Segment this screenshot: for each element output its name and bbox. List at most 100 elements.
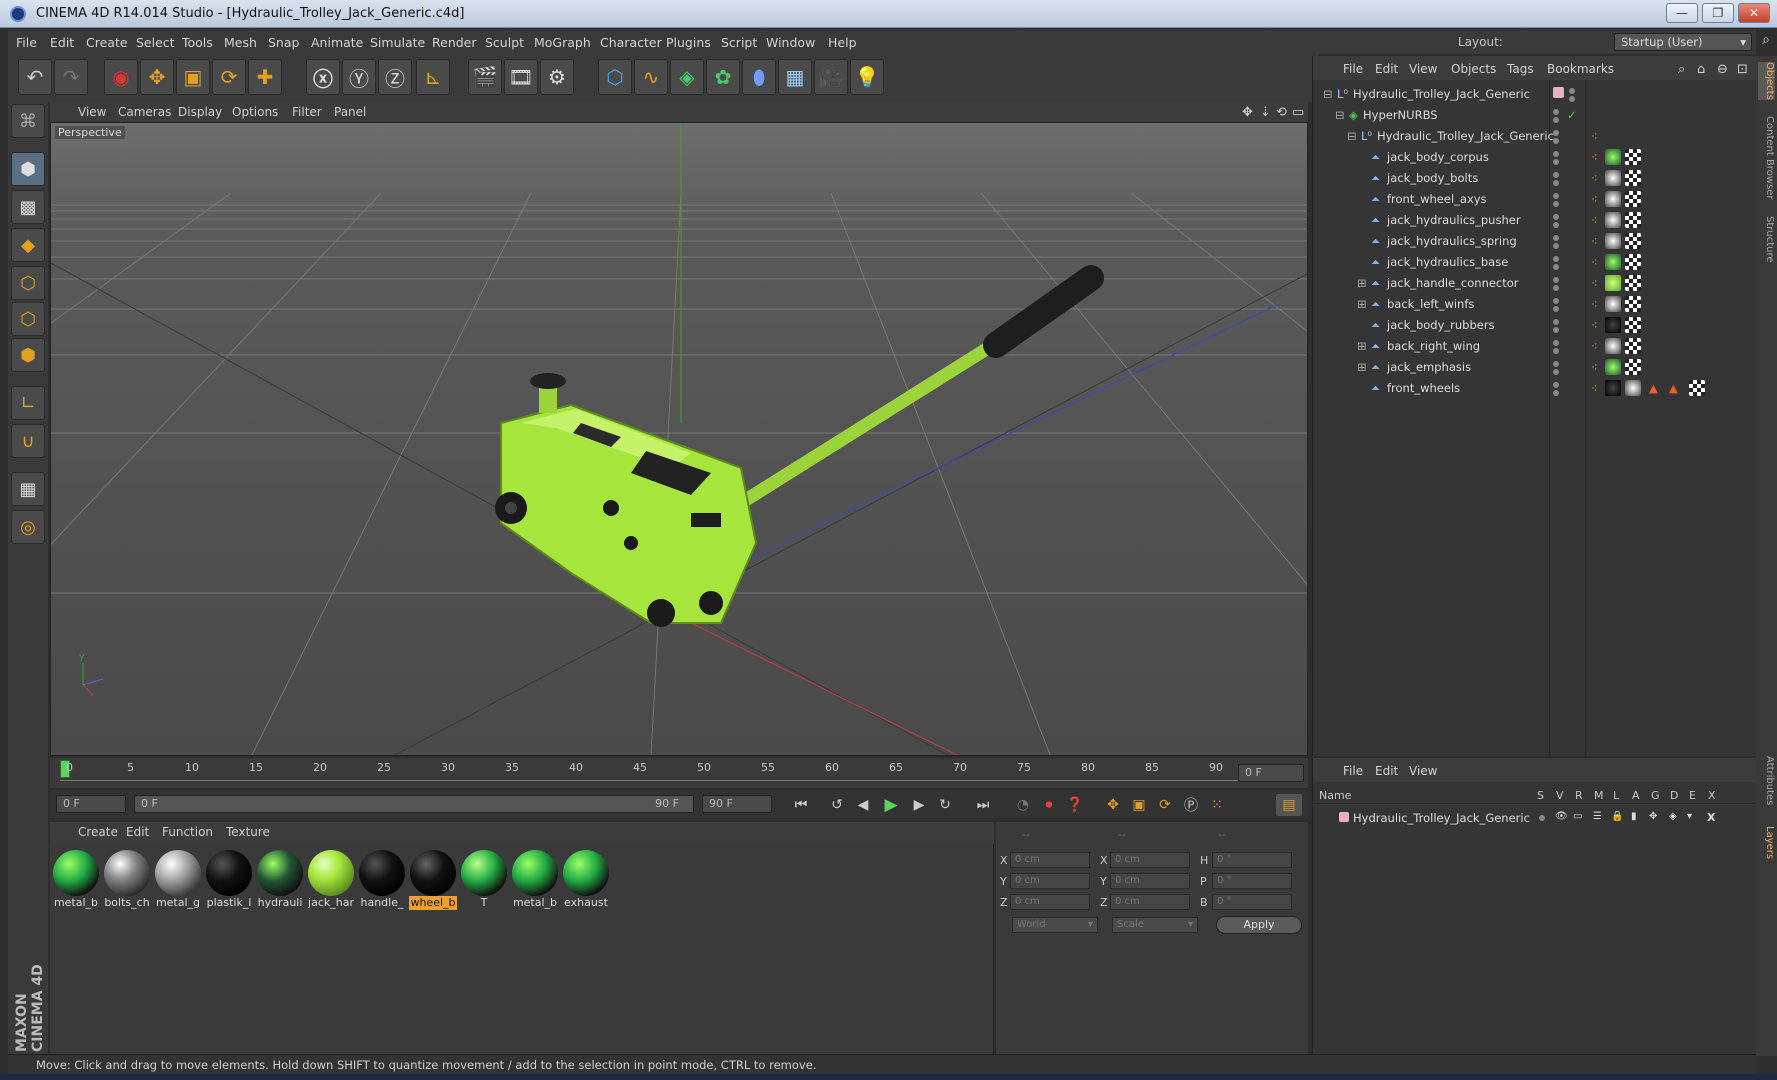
column-render[interactable]: R [1575,789,1583,802]
layer-solo-dot[interactable] [1539,815,1545,821]
tab-attributes[interactable]: Attributes [1758,756,1775,805]
render-dot[interactable] [1553,369,1559,375]
layer-xref-icon[interactable]: X [1707,811,1715,824]
autokey-icon[interactable]: ⏺ [1036,794,1062,816]
rotation-p-field[interactable]: 0 ° [1212,873,1292,889]
coordinate-system-icon[interactable]: ⊾ [416,59,450,95]
visibility-dot[interactable] [1553,235,1559,241]
visibility-dot[interactable] [1553,151,1559,157]
material-tag-icon[interactable] [1605,212,1621,228]
key-scale-icon[interactable]: ▣ [1126,794,1152,816]
menu-help[interactable]: Help [828,35,857,50]
workplane-snap-icon[interactable]: ◎ [11,510,45,544]
key-position-icon[interactable]: ✥ [1100,794,1126,816]
keyframe-selection-icon[interactable]: ❓ [1062,794,1088,816]
render-dot[interactable] [1569,96,1575,102]
menu-file[interactable]: File [16,35,37,50]
column-deformers[interactable]: D [1670,789,1678,802]
tree-row[interactable]: ⏶ front_wheels ⁖ ▲ ▲ [1313,378,1757,399]
collapse-icon[interactable]: ⊟ [1323,87,1333,101]
visibility-dot[interactable] [1569,88,1575,94]
next-frame-icon[interactable]: ▶ [906,794,932,816]
phong-tag-icon[interactable]: ⁖ [1591,381,1598,395]
visibility-dot[interactable] [1553,277,1559,283]
material-swatch-selected[interactable]: wheel_b [409,850,457,912]
minimize-button[interactable]: — [1666,3,1698,23]
obj-menu-tags[interactable]: Tags [1507,62,1534,76]
material-tag-icon[interactable] [1605,254,1621,270]
phong-tag-icon[interactable]: ⁖ [1591,339,1598,353]
column-manager[interactable]: M [1594,789,1604,802]
mat-menu-function[interactable]: Function [162,825,213,839]
layer-render-icon[interactable]: ▭ [1573,811,1582,822]
layer-expression-icon[interactable]: ▾ [1687,811,1692,822]
uvw-tag-icon[interactable] [1689,380,1705,396]
previous-key-icon[interactable]: ↺ [824,794,850,816]
tab-layers[interactable]: Layers [1758,826,1775,859]
expand-icon[interactable]: ⊞ [1357,276,1367,290]
material-swatch[interactable]: T [460,850,508,912]
render-dot[interactable] [1553,348,1559,354]
material-tag-icon[interactable] [1605,359,1621,375]
layer-menu-edit[interactable]: Edit [1375,764,1398,778]
layer-animation-icon[interactable]: ▮ [1631,811,1637,822]
key-pla-icon[interactable]: ⁙ [1204,794,1230,816]
selection-tag-icon[interactable]: ▲ [1669,381,1678,395]
tree-row[interactable]: ⊞ ⏶ back_left_winfs ⁖ [1313,294,1757,315]
texture-mode-icon[interactable]: ▩ [11,190,45,224]
phong-tag-icon[interactable]: ⁖ [1591,234,1598,248]
uvw-tag-icon[interactable] [1625,191,1641,207]
end-frame-field[interactable]: 90 F [702,795,772,813]
mat-menu-create[interactable]: Create [78,825,118,839]
material-swatch[interactable]: bolts_ch [103,850,151,912]
tab-structure[interactable]: Structure [1758,216,1775,263]
scale-tool-icon[interactable]: ▣ [176,59,210,95]
points-mode-icon[interactable]: ⬡ [11,266,45,300]
column-animation[interactable]: A [1632,789,1640,802]
size-y-field[interactable]: 0 cm [1110,873,1190,889]
key-parameter-icon[interactable]: Ⓟ [1178,794,1204,816]
size-mode-select[interactable]: Scale ▾ [1112,917,1198,933]
make-editable-icon[interactable]: ⌘ [11,104,45,138]
column-expressions[interactable]: E [1689,789,1696,802]
tab-content-browser[interactable]: Content Browser [1758,116,1775,199]
render-dot[interactable] [1553,159,1559,165]
visibility-dot[interactable] [1553,298,1559,304]
menu-window[interactable]: Window [766,35,815,50]
mat-menu-texture[interactable]: Texture [226,825,270,839]
phong-tag-icon[interactable]: ⁖ [1591,213,1598,227]
vp-menu-cameras[interactable]: Cameras [118,105,171,119]
layer-row[interactable]: Hydraulic_Trolley_Jack_Generic 👁 ▭ ☰ 🔒 ▮… [1313,808,1757,829]
render-dot[interactable] [1553,306,1559,312]
render-view-icon[interactable]: 🎬 [468,59,502,95]
column-view[interactable]: V [1556,789,1564,802]
menu-create[interactable]: Create [86,35,128,50]
render-dot[interactable] [1553,285,1559,291]
visibility-dot[interactable] [1553,214,1559,220]
render-dot[interactable] [1553,180,1559,186]
position-z-field[interactable]: 0 cm [1010,894,1090,910]
tree-row[interactable]: ⏶ jack_body_rubbers ⁖ [1313,315,1757,336]
move-tool-icon[interactable]: ✥ [140,59,174,95]
tree-row[interactable]: ⏶ jack_hydraulics_pusher ⁖ [1313,210,1757,231]
rotation-h-field[interactable]: 0 ° [1212,852,1292,868]
perspective-viewport[interactable]: Y Perspective [50,122,1308,756]
go-to-end-icon[interactable]: ⏭ [970,794,996,816]
uvw-tag-icon[interactable] [1625,359,1641,375]
column-locked[interactable]: L [1613,789,1619,802]
tree-row[interactable]: ⏶ jack_hydraulics_spring ⁖ [1313,231,1757,252]
material-tag-icon[interactable] [1605,170,1621,186]
tree-row[interactable]: ⊟ L⁰ Hydraulic_Trolley_Jack_Generic [1313,84,1757,105]
phong-tag-icon[interactable]: ⁖ [1591,150,1598,164]
material-swatch[interactable]: plastik_l [205,850,253,912]
phong-tag-icon[interactable]: ⁖ [1591,318,1598,332]
visibility-dot[interactable] [1553,340,1559,346]
tab-objects[interactable]: Objects [1758,62,1775,100]
layer-color-tag[interactable] [1553,87,1564,98]
layer-view-icon[interactable]: 👁 [1555,811,1568,822]
x-axis-lock-icon[interactable]: ⓧ [306,59,340,95]
menu-tools[interactable]: Tools [182,35,213,50]
phong-tag-icon[interactable]: ⁖ [1591,192,1598,206]
menu-character[interactable]: Character [600,35,662,50]
column-xrefs[interactable]: X [1708,789,1716,802]
